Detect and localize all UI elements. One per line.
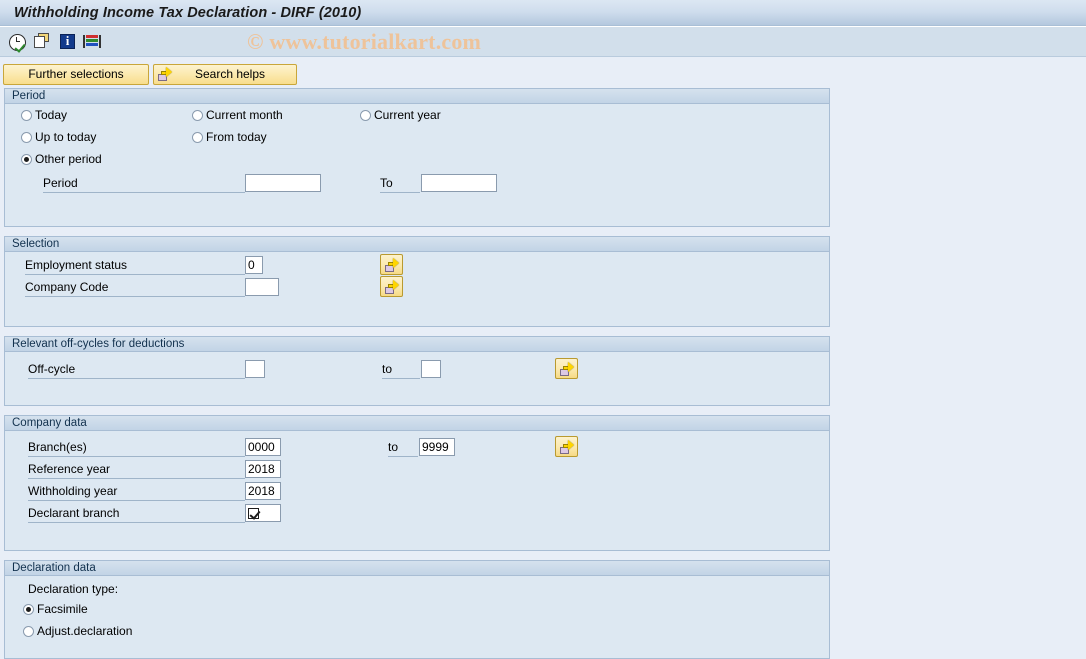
multiple-selection-icon <box>559 439 574 454</box>
period-to-rule <box>380 192 420 193</box>
radio-dot-icon <box>21 109 32 121</box>
search-helps-button[interactable]: Search helps <box>153 63 297 85</box>
offcycles-panel-header: Relevant off-cycles for deductions <box>5 337 829 352</box>
multiple-selection-icon <box>559 361 574 376</box>
employment-status-label: Employment status <box>25 258 128 272</box>
copy-variant-icon[interactable] <box>34 32 52 51</box>
selection-panel-header: Selection <box>5 237 829 252</box>
offcycle-rule <box>28 378 245 379</box>
period-field-label: Period <box>43 176 78 190</box>
page-title: Withholding Income Tax Declaration - DIR… <box>14 5 362 21</box>
company-code-rule <box>25 296 245 297</box>
window-title-bar: Withholding Income Tax Declaration - DIR… <box>0 0 1086 27</box>
company-data-panel-body: Branch(es) to Reference year Withholding… <box>5 431 829 550</box>
branches-to-input[interactable] <box>419 438 455 456</box>
offcycle-to-label: to <box>382 362 393 376</box>
radio-today-label: Today <box>35 108 68 122</box>
multiple-selection-icon <box>384 279 399 294</box>
company-code-multiple-selection-button[interactable] <box>380 276 403 297</box>
further-selections-button[interactable]: Further selections <box>3 63 149 85</box>
checkmark-icon[interactable] <box>248 507 259 519</box>
offcycles-panel-body: Off-cycle to <box>5 352 829 405</box>
company-data-panel-header: Company data <box>5 416 829 431</box>
withholding-year-rule <box>28 500 245 501</box>
multiple-selection-icon <box>158 67 172 81</box>
withholding-year-input[interactable] <box>245 482 281 500</box>
execute-clock-icon[interactable] <box>9 33 27 53</box>
branches-from-input[interactable] <box>245 438 281 456</box>
reference-year-label: Reference year <box>28 462 111 476</box>
radio-facsimile[interactable]: Facsimile <box>23 602 88 616</box>
branches-rule <box>28 456 245 457</box>
reference-year-rule <box>28 478 245 479</box>
radio-from-today[interactable]: From today <box>192 130 267 144</box>
period-to-input[interactable] <box>421 174 497 192</box>
branches-label: Branch(es) <box>28 440 87 454</box>
declaration-type-label: Declaration type: <box>28 582 119 596</box>
site-watermark: © www.tutorialkart.com <box>247 28 482 54</box>
company-code-label: Company Code <box>25 280 109 294</box>
declaration-data-panel-body: Declaration type: Facsimile Adjust.decla… <box>5 576 829 658</box>
declarant-branch-field[interactable] <box>245 504 281 522</box>
selection-panel: Selection Employment status Company Code <box>4 236 830 327</box>
offcycle-multiple-selection-button[interactable] <box>555 358 578 379</box>
period-from-input[interactable] <box>245 174 321 192</box>
offcycle-to-input[interactable] <box>421 360 441 378</box>
radio-adjust-declaration[interactable]: Adjust.declaration <box>23 624 132 638</box>
employment-status-input[interactable] <box>245 256 263 274</box>
radio-dot-icon <box>23 603 34 615</box>
multiple-selection-icon <box>384 257 399 272</box>
period-panel-body: Today Current month Current year Up to t… <box>5 104 829 226</box>
radio-current-year-label: Current year <box>374 108 441 122</box>
radio-other-period-label: Other period <box>35 152 102 166</box>
withholding-year-label: Withholding year <box>28 484 118 498</box>
period-panel-header: Period <box>5 89 829 104</box>
radio-dot-icon <box>21 153 32 165</box>
radio-dot-icon <box>360 109 371 121</box>
offcycles-panel: Relevant off-cycles for deductions Off-c… <box>4 336 830 406</box>
offcycle-to-rule <box>382 378 420 379</box>
declaration-data-panel: Declaration data Declaration type: Facsi… <box>4 560 830 659</box>
radio-from-today-label: From today <box>206 130 267 144</box>
branches-multiple-selection-button[interactable] <box>555 436 578 457</box>
period-panel: Period Today Current month Current year … <box>4 88 830 227</box>
information-icon[interactable] <box>59 33 77 51</box>
employment-status-rule <box>25 274 245 275</box>
radio-current-year[interactable]: Current year <box>360 108 441 122</box>
offcycle-from-input[interactable] <box>245 360 265 378</box>
radio-adjust-declaration-label: Adjust.declaration <box>37 624 133 638</box>
radio-dot-icon <box>23 625 34 637</box>
radio-dot-icon <box>192 131 203 143</box>
radio-other-period[interactable]: Other period <box>21 152 102 166</box>
application-toolbar: © www.tutorialkart.com <box>0 27 1086 57</box>
branches-to-rule <box>388 456 418 457</box>
reference-year-input[interactable] <box>245 460 281 478</box>
radio-dot-icon <box>21 131 32 143</box>
period-label-rule <box>43 192 245 193</box>
radio-today[interactable]: Today <box>21 108 67 122</box>
declarant-branch-rule <box>28 522 245 523</box>
radio-current-month-label: Current month <box>206 108 283 122</box>
company-code-input[interactable] <box>245 278 279 296</box>
color-bars-icon[interactable] <box>83 33 102 51</box>
radio-facsimile-label: Facsimile <box>37 602 88 616</box>
radio-up-to-today[interactable]: Up to today <box>21 130 96 144</box>
company-data-panel: Company data Branch(es) to Reference yea… <box>4 415 830 551</box>
branches-to-label: to <box>388 440 399 454</box>
radio-current-month[interactable]: Current month <box>192 108 283 122</box>
selection-button-bar: Further selections Search helps <box>3 63 1086 85</box>
offcycle-label: Off-cycle <box>28 362 76 376</box>
declarant-branch-label: Declarant branch <box>28 506 120 520</box>
period-to-label: To <box>380 176 393 190</box>
declaration-data-panel-header: Declaration data <box>5 561 829 576</box>
radio-up-to-today-label: Up to today <box>35 130 97 144</box>
selection-panel-body: Employment status Company Code <box>5 252 829 326</box>
further-selections-label: Further selections <box>28 67 124 81</box>
search-helps-label: Search helps <box>194 67 266 81</box>
radio-dot-icon <box>192 109 203 121</box>
employment-status-multiple-selection-button[interactable] <box>380 254 403 275</box>
